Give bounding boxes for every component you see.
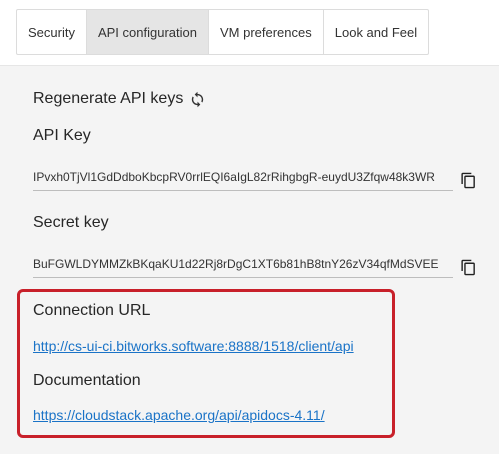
documentation-label: Documentation <box>33 372 141 389</box>
connection-url-label: Connection URL <box>33 302 151 319</box>
secret-key-label: Secret key <box>33 214 109 231</box>
api-key-field[interactable]: IPvxh0TjVl1GdDdboKbcpRV0rrlEQI6aIgL82rRi… <box>33 166 453 191</box>
documentation-link[interactable]: https://cloudstack.apache.org/api/apidoc… <box>33 407 325 423</box>
connection-url-link[interactable]: http://cs-ui-ci.bitworks.software:8888/1… <box>33 338 354 354</box>
top-bar: Security API configuration VM preference… <box>0 0 499 65</box>
settings-tabs: Security API configuration VM preference… <box>16 9 430 55</box>
regenerate-label: Regenerate API keys <box>33 90 184 107</box>
copy-icon[interactable] <box>460 171 477 190</box>
regenerate-api-keys[interactable]: Regenerate API keys <box>33 90 206 108</box>
tab-look-and-feel[interactable]: Look and Feel <box>322 10 428 54</box>
copy-icon[interactable] <box>460 258 477 277</box>
api-key-label: API Key <box>33 127 91 144</box>
refresh-icon[interactable] <box>189 91 206 108</box>
tab-security[interactable]: Security <box>17 10 86 54</box>
tab-vm-preferences[interactable]: VM preferences <box>207 10 323 54</box>
tab-api-configuration[interactable]: API configuration <box>85 10 208 54</box>
secret-key-field[interactable]: BuFGWLDYMMZkBKqaKU1d22Rj8rDgC1XT6b81hB8t… <box>33 253 453 278</box>
